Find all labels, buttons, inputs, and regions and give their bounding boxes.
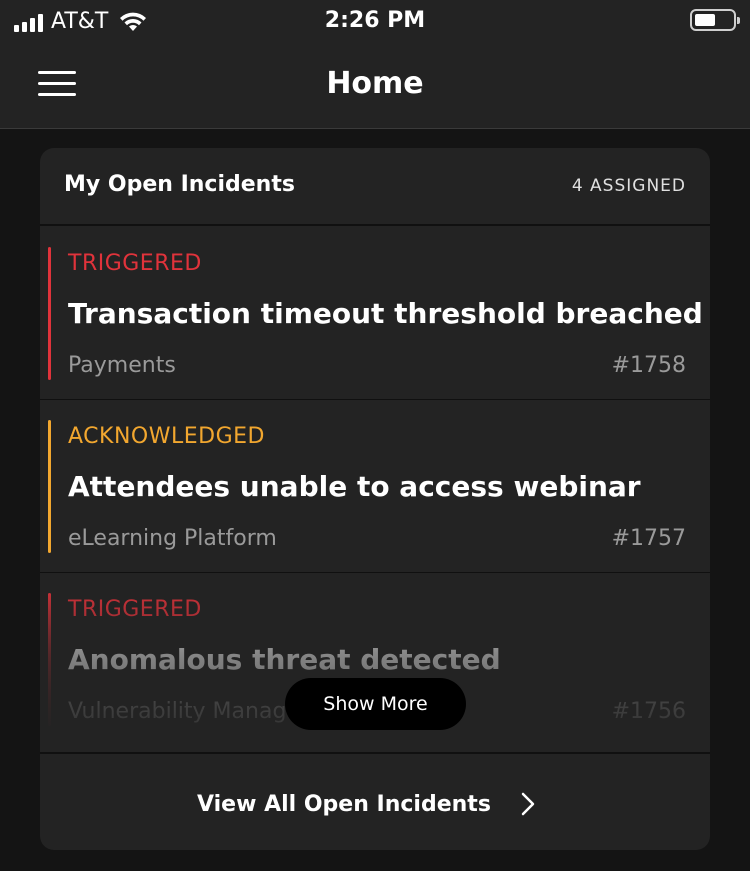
incident-status: TRIGGERED	[68, 251, 202, 276]
view-all-label: View All Open Incidents	[197, 792, 491, 817]
navigation-bar: Home	[0, 42, 750, 129]
incident-number: #1756	[611, 699, 686, 724]
status-indicator-bar	[48, 593, 51, 726]
incident-title: Attendees unable to access webinar	[68, 470, 641, 503]
view-all-incidents-link[interactable]: View All Open Incidents	[40, 752, 710, 850]
incident-status: ACKNOWLEDGED	[68, 424, 265, 449]
incident-status: TRIGGERED	[68, 597, 202, 622]
status-indicator-bar	[48, 420, 51, 553]
open-incidents-card: My Open Incidents 4 ASSIGNED TRIGGERED T…	[40, 148, 710, 850]
incident-number: #1758	[611, 353, 686, 378]
chevron-right-icon	[521, 792, 535, 816]
assigned-count: 4 ASSIGNED	[571, 176, 686, 196]
incident-row[interactable]: ACKNOWLEDGED Attendees unable to access …	[40, 400, 710, 573]
incident-service: eLearning Platform	[68, 526, 277, 551]
incident-row[interactable]: TRIGGERED Transaction timeout threshold …	[40, 227, 710, 400]
card-title: My Open Incidents	[64, 172, 295, 197]
card-header: My Open Incidents 4 ASSIGNED	[40, 148, 710, 226]
status-bar: AT&T 2:26 PM	[0, 0, 750, 42]
show-more-button[interactable]: Show More	[285, 678, 466, 730]
status-indicator-bar	[48, 247, 51, 380]
battery-icon	[690, 9, 740, 31]
incident-title: Anomalous threat detected	[68, 643, 501, 676]
clock: 2:26 PM	[324, 8, 426, 33]
incident-number: #1757	[611, 526, 686, 551]
incident-service: Payments	[68, 353, 176, 378]
page-title: Home	[326, 66, 424, 101]
incident-title: Transaction timeout threshold breached	[68, 297, 703, 330]
